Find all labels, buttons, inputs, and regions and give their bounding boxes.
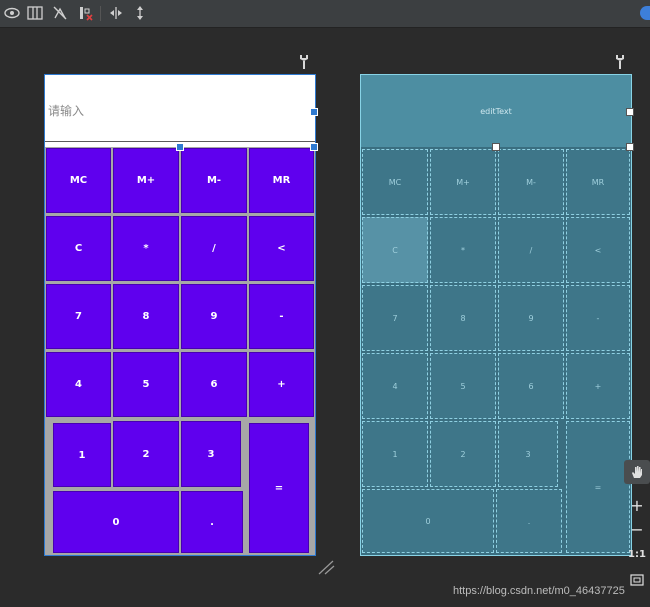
bp-key-backspace[interactable]: < [566, 217, 630, 283]
bp-key-m-plus[interactable]: M+ [430, 149, 496, 215]
key-9[interactable]: 9 [181, 284, 247, 349]
zoom-panel: + − 1:1 [624, 458, 650, 598]
key-m-plus[interactable]: M+ [113, 148, 179, 213]
key-add[interactable]: + [249, 352, 314, 417]
blueprint-columns-icon[interactable] [26, 4, 44, 22]
selection-handle[interactable] [310, 143, 318, 151]
selection-handle[interactable] [492, 143, 500, 151]
key-subtract[interactable]: - [249, 284, 314, 349]
display-edit-text[interactable] [45, 75, 315, 147]
selection-handle[interactable] [626, 108, 634, 116]
bp-key-9[interactable]: 9 [498, 285, 564, 351]
bp-key-0[interactable]: 0 [362, 489, 494, 553]
expand-vertical-icon[interactable] [131, 4, 149, 22]
toolbar-separator [100, 6, 101, 21]
bp-key-7[interactable]: 7 [362, 285, 428, 351]
key-7[interactable]: 7 [46, 284, 111, 349]
blueprint-preview[interactable]: editText MC M+ M- MR C * / < 7 8 9 - 4 5… [360, 74, 634, 556]
expand-horizontal-icon[interactable] [107, 4, 125, 22]
watermark: https://blog.csdn.net/m0_46437725 [453, 585, 625, 597]
eye-icon[interactable] [3, 4, 21, 22]
bp-key-add[interactable]: + [566, 353, 630, 419]
bp-key-divide[interactable]: / [498, 217, 564, 283]
blueprint-edit-text[interactable]: editText [361, 75, 631, 147]
keypad-grid: MC M+ M- MR C * / < 7 8 9 - 4 5 6 + 1 2 … [45, 147, 315, 555]
bp-key-3[interactable]: 3 [498, 421, 558, 487]
key-equals[interactable]: = [249, 423, 309, 553]
key-clear[interactable]: C [46, 216, 111, 281]
resize-grip-icon[interactable] [316, 558, 336, 576]
key-mr[interactable]: MR [249, 148, 314, 213]
bp-key-5[interactable]: 5 [430, 353, 496, 419]
status-dot [640, 6, 650, 20]
bp-key-equals[interactable]: = [566, 421, 630, 553]
wrench-icon[interactable] [297, 54, 311, 70]
selection-handle[interactable] [176, 143, 184, 151]
key-mc[interactable]: MC [46, 148, 111, 213]
key-6[interactable]: 6 [181, 352, 247, 417]
key-4[interactable]: 4 [46, 352, 111, 417]
display-input[interactable] [45, 75, 315, 147]
key-m-minus[interactable]: M- [181, 148, 247, 213]
wrench-icon[interactable] [613, 54, 627, 70]
bp-key-subtract[interactable]: - [566, 285, 630, 351]
design-preview[interactable]: MC M+ M- MR C * / < 7 8 9 - 4 5 6 + 1 2 … [44, 74, 318, 556]
key-8[interactable]: 8 [113, 284, 179, 349]
edit-underline [45, 141, 315, 142]
show-constraints-off-icon[interactable] [51, 4, 69, 22]
selection-handle[interactable] [626, 143, 634, 151]
key-3[interactable]: 3 [181, 421, 241, 487]
bp-key-8[interactable]: 8 [430, 285, 496, 351]
zoom-to-fit-icon[interactable] [624, 568, 650, 592]
key-1[interactable]: 1 [53, 423, 111, 487]
bp-key-6[interactable]: 6 [498, 353, 564, 419]
key-multiply[interactable]: * [113, 216, 179, 281]
zoom-out-button[interactable]: − [624, 517, 650, 541]
bp-key-mr[interactable]: MR [566, 149, 630, 215]
layout-editor-toolbar [0, 0, 650, 28]
bp-key-clear[interactable]: C [362, 217, 428, 283]
key-backspace[interactable]: < [249, 216, 314, 281]
error-bar-icon[interactable] [77, 4, 95, 22]
bp-key-mc[interactable]: MC [362, 149, 428, 215]
selection-handle[interactable] [310, 108, 318, 116]
zoom-in-button[interactable]: + [624, 493, 650, 517]
bp-key-multiply[interactable]: * [430, 217, 496, 283]
bp-key-decimal[interactable]: . [496, 489, 562, 553]
bp-key-m-minus[interactable]: M- [498, 149, 564, 215]
zoom-actual-size-button[interactable]: 1:1 [624, 542, 650, 566]
key-0[interactable]: 0 [53, 491, 179, 553]
key-2[interactable]: 2 [113, 421, 179, 487]
key-5[interactable]: 5 [113, 352, 179, 417]
bp-key-4[interactable]: 4 [362, 353, 428, 419]
bp-key-1[interactable]: 1 [362, 421, 428, 487]
bp-key-2[interactable]: 2 [430, 421, 496, 487]
key-divide[interactable]: / [181, 216, 247, 281]
pan-hand-icon[interactable] [624, 460, 650, 484]
key-decimal[interactable]: . [181, 491, 243, 553]
